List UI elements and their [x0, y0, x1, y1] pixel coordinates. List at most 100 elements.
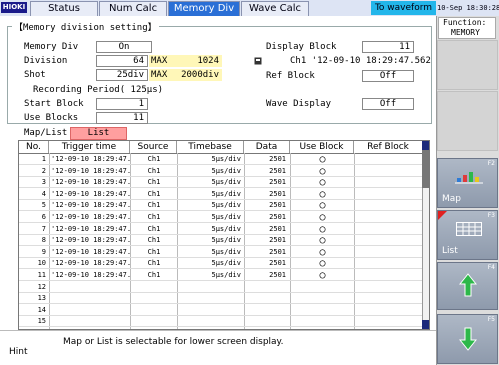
cell-data: 2501 [269, 166, 286, 175]
division-max-label: MAX [151, 56, 168, 66]
table-row[interactable]: 14 [19, 305, 422, 316]
cell-time: '12-09-10 18:29:47.546 [51, 259, 130, 268]
cell-source: Ch1 [147, 155, 161, 163]
cell-no: 15 [37, 317, 46, 326]
start-block-field[interactable]: 1 [96, 98, 148, 110]
cell-ref [355, 189, 422, 200]
table-row[interactable]: 8 '12-09-10 18:29:47.523 Ch1 5μs/div ○ 2501 [19, 235, 422, 247]
cell-use: ○ [319, 177, 326, 189]
f5-down-button[interactable]: F5 [437, 314, 498, 364]
cell-ref [355, 282, 422, 293]
scroll-thumb[interactable] [422, 150, 429, 188]
cell-timebase: 5μs/div [211, 189, 241, 198]
table-row[interactable]: 9 '12-09-10 18:29:47.531 Ch1 5μs/div ○ 2501 [19, 247, 422, 258]
cell-no: 11 [37, 271, 46, 279]
ref-block-field[interactable]: Off [362, 70, 414, 82]
shot-field[interactable]: 25div [96, 69, 148, 81]
cell-time: '12-09-10 18:29:47.421 [51, 166, 130, 175]
cell-source: Ch1 [147, 189, 161, 198]
cell-time: '12-09-10 18:29:47.398 [51, 155, 130, 163]
col-header-no: No. [19, 141, 49, 153]
to-waveform-button[interactable]: To waveform [371, 1, 436, 15]
table-row[interactable]: 10 '12-09-10 18:29:47.546 Ch1 5μs/div ○ 2501 [19, 258, 422, 270]
cell-source: Ch1 [147, 201, 161, 210]
hint-area [0, 330, 436, 365]
cell-time: '12-09-10 18:29:47.460 [51, 189, 130, 198]
cell-no: 9 [41, 247, 46, 256]
selected-marker-icon [438, 211, 447, 220]
cell-time: '12-09-10 18:29:47.507 [51, 224, 130, 233]
table-row[interactable]: 4 '12-09-10 18:29:47.460 Ch1 5μs/div ○ 2501 [19, 189, 422, 200]
cell-use: ○ [319, 154, 326, 165]
map-list-selector[interactable]: List [70, 127, 127, 140]
cell-use: ○ [319, 212, 326, 223]
table-row[interactable]: 6 '12-09-10 18:29:47.492 Ch1 5μs/div ○ 2501 [19, 212, 422, 223]
cell-data [245, 305, 290, 316]
display-block-field[interactable]: 11 [362, 41, 414, 53]
display-block-label: Display Block [266, 42, 337, 52]
scroll-down-button[interactable] [422, 320, 429, 329]
cell-timebase [178, 316, 244, 327]
cell-ref [355, 270, 422, 281]
col-header-timebase: Timebase [177, 141, 244, 153]
cell-source: Ch1 [147, 178, 161, 187]
tab-memory-div[interactable]: Memory Div [168, 1, 240, 16]
cell-source [131, 282, 177, 293]
f-key-blank [437, 91, 498, 151]
f4-number: F4 [487, 264, 495, 271]
col-header-trigger-time: Trigger time [49, 141, 130, 153]
recording-period: Recording Period( 125μs) [33, 85, 164, 95]
map-list-label: Map/List [24, 128, 68, 138]
table-row[interactable]: 3 '12-09-10 18:29:47.445 Ch1 5μs/div ○ 2501 [19, 177, 422, 189]
memory-div-field[interactable]: On [96, 41, 152, 53]
cell-ref [355, 316, 422, 327]
cell-use: ○ [319, 246, 326, 258]
cell-timebase: 5μs/div [211, 178, 241, 187]
wave-display-field[interactable]: Off [362, 98, 414, 110]
f4-up-button[interactable]: F4 [437, 262, 498, 310]
cell-time: '12-09-10 18:29:47.523 [51, 236, 130, 245]
cell-data [245, 282, 290, 293]
memory-div-label: Memory Div [24, 42, 79, 52]
cell-source: Ch1 [147, 271, 161, 279]
table-row[interactable]: 15 [19, 316, 422, 328]
table-row[interactable]: 1 '12-09-10 18:29:47.398 Ch1 5μs/div ○ 2501 [19, 154, 422, 165]
cell-timebase [178, 305, 244, 316]
cell-timebase: 5μs/div [211, 201, 241, 210]
cell-time: '12-09-10 18:29:47.476 [51, 201, 130, 210]
wave-display-label: Wave Display [266, 99, 332, 109]
tab-wave-calc[interactable]: Wave Calc [241, 1, 309, 16]
table-row[interactable]: 5 '12-09-10 18:29:47.476 Ch1 5μs/div ○ 2501 [19, 200, 422, 212]
col-header-use-block: Use Block [290, 141, 354, 153]
table-row[interactable]: 13 [19, 293, 422, 305]
ref-block-label: Ref Block [266, 71, 315, 81]
f3-list-button[interactable]: F3 List [437, 210, 498, 260]
cell-data: 2501 [269, 247, 286, 256]
f2-number: F2 [487, 160, 495, 167]
cell-time: '12-09-10 18:29:47.492 [51, 213, 130, 221]
date-time-display: 10-Sep 18:30:28 [437, 4, 499, 12]
table-row[interactable]: 12 [19, 282, 422, 293]
scroll-up-button[interactable] [422, 141, 429, 150]
table-row[interactable]: 7 '12-09-10 18:29:47.507 Ch1 5μs/div ○ 2501 [19, 224, 422, 235]
cell-source: Ch1 [147, 247, 161, 256]
cell-no: 7 [41, 224, 46, 233]
cell-no: 10 [37, 259, 46, 268]
cell-source: Ch1 [147, 259, 161, 268]
f3-label: List [442, 246, 458, 256]
cell-timebase: 5μs/div [211, 247, 241, 256]
division-field[interactable]: 64 [96, 55, 148, 67]
col-header-ref-block: Ref Block [354, 141, 422, 153]
table-row[interactable]: 2 '12-09-10 18:29:47.421 Ch1 5μs/div ○ 2501 [19, 166, 422, 177]
cell-ref [355, 224, 422, 235]
f2-map-button[interactable]: F2 Map [437, 158, 498, 208]
use-blocks-field[interactable]: 11 [96, 112, 148, 124]
tab-num-calc[interactable]: Num Calc [99, 1, 167, 16]
tab-status[interactable]: Status [30, 1, 98, 16]
cell-no: 5 [41, 201, 46, 210]
table-row[interactable]: 11 '12-09-10 18:29:47.562 Ch1 5μs/div ○ 2501 [19, 270, 422, 281]
cell-no: 8 [41, 236, 46, 245]
function-value: MEMORY [451, 28, 480, 37]
division-label: Division [24, 56, 68, 66]
cell-data: 2501 [269, 236, 286, 245]
